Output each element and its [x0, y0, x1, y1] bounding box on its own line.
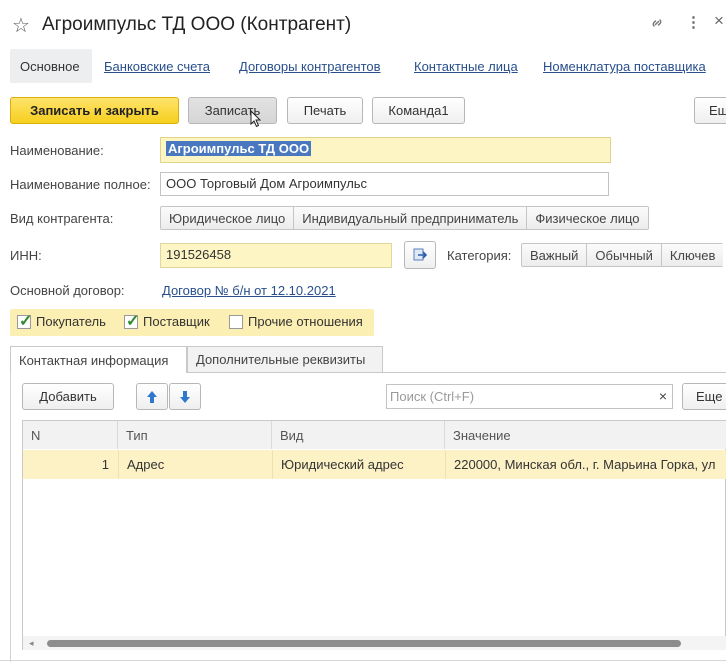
- checkmark-icon: ✓: [126, 312, 140, 330]
- favorite-star-icon[interactable]: ☆: [12, 13, 30, 38]
- column-header-n[interactable]: N: [23, 421, 118, 449]
- tab-contact-info[interactable]: Контактная информация: [10, 346, 187, 373]
- fullname-field[interactable]: ООО Торговый Дом Агроимпульс: [160, 172, 609, 196]
- counterparty-kind-label: Вид контрагента:: [10, 211, 114, 226]
- add-button[interactable]: Добавить: [22, 383, 114, 410]
- row-divider: [272, 450, 273, 479]
- fullname-label: Наименование полное:: [10, 177, 151, 192]
- print-button[interactable]: Печать: [287, 97, 363, 124]
- nav-link-contacts[interactable]: Контактные лица: [414, 59, 518, 74]
- kind-option-entrepreneur[interactable]: Индивидуальный предприниматель: [294, 207, 528, 229]
- row-divider: [445, 450, 446, 479]
- link-icon[interactable]: [649, 15, 665, 31]
- window-title: Агроимпульс ТД ООО (Контрагент): [42, 14, 352, 35]
- more-vert-icon[interactable]: ⋮: [686, 13, 701, 31]
- column-header-value[interactable]: Значение: [445, 421, 726, 449]
- buyer-checkbox[interactable]: ✓ Покупатель: [17, 312, 106, 330]
- nav-link-bank-accounts[interactable]: Банковские счета: [104, 59, 210, 74]
- other-relations-label: Прочие отношения: [248, 314, 363, 329]
- move-down-button[interactable]: [169, 383, 201, 410]
- cell-n: 1: [101, 457, 109, 472]
- column-header-type[interactable]: Тип: [118, 421, 272, 449]
- nav-link-supplier-nomenclature[interactable]: Номенклатура поставщика: [543, 59, 706, 74]
- main-contract-link[interactable]: Договор № б/н от 12.10.2021: [162, 283, 336, 298]
- arrow-up-icon: [146, 390, 158, 404]
- inn-label: ИНН:: [10, 248, 42, 263]
- document-check-icon: [412, 247, 428, 263]
- save-button[interactable]: Записать: [188, 97, 277, 124]
- scrollbar-thumb[interactable]: [47, 640, 681, 647]
- move-up-button[interactable]: [136, 383, 168, 410]
- column-header-kind[interactable]: Вид: [272, 421, 445, 449]
- buyer-label: Покупатель: [36, 314, 106, 329]
- search-placeholder: Поиск (Ctrl+F): [390, 389, 475, 404]
- name-field-value: Агроимпульс ТД ООО: [166, 141, 312, 156]
- save-and-close-button[interactable]: Записать и закрыть: [10, 97, 179, 124]
- category-selector: Важный Обычный Ключев: [521, 243, 724, 267]
- cell-kind: Юридический адрес: [281, 457, 404, 472]
- counterparty-kind-selector: Юридическое лицо Индивидуальный предприн…: [160, 206, 649, 230]
- supplier-label: Поставщик: [143, 314, 210, 329]
- category-option-important[interactable]: Важный: [522, 244, 588, 266]
- more-button[interactable]: Ещ: [694, 97, 726, 124]
- scroll-left-icon[interactable]: ◂: [29, 638, 34, 649]
- category-option-normal[interactable]: Обычный: [587, 244, 662, 266]
- close-icon[interactable]: ×: [714, 11, 724, 31]
- command1-button[interactable]: Команда1: [372, 97, 465, 124]
- cell-value: 220000, Минская обл., г. Марьина Горка, …: [454, 457, 716, 472]
- name-field[interactable]: Агроимпульс ТД ООО: [160, 137, 611, 163]
- row-divider: [118, 450, 119, 479]
- category-option-key[interactable]: Ключев: [661, 244, 724, 266]
- inn-check-button[interactable]: [404, 241, 436, 269]
- bottom-divider: [0, 660, 726, 661]
- mouse-cursor-icon: [250, 110, 262, 128]
- name-label: Наименование:: [10, 143, 104, 158]
- clear-search-icon[interactable]: ×: [654, 386, 672, 406]
- tab-additional-attributes[interactable]: Дополнительные реквизиты: [187, 346, 383, 372]
- inn-field[interactable]: 191526458: [160, 243, 392, 268]
- kind-option-individual[interactable]: Физическое лицо: [527, 207, 648, 229]
- checkmark-icon: ✓: [19, 312, 33, 330]
- other-relations-checkbox[interactable]: Прочие отношения: [229, 314, 363, 329]
- arrow-down-icon: [179, 390, 191, 404]
- nav-link-contracts[interactable]: Договоры контрагентов: [239, 59, 381, 74]
- main-contract-label: Основной договор:: [10, 283, 125, 298]
- nav-tab-main[interactable]: Основное: [20, 59, 80, 74]
- category-label: Категория:: [447, 248, 512, 263]
- table-more-button[interactable]: Еще: [682, 383, 726, 410]
- supplier-checkbox[interactable]: ✓ Поставщик: [124, 312, 210, 330]
- cell-type: Адрес: [127, 457, 165, 472]
- kind-option-legal[interactable]: Юридическое лицо: [161, 207, 295, 229]
